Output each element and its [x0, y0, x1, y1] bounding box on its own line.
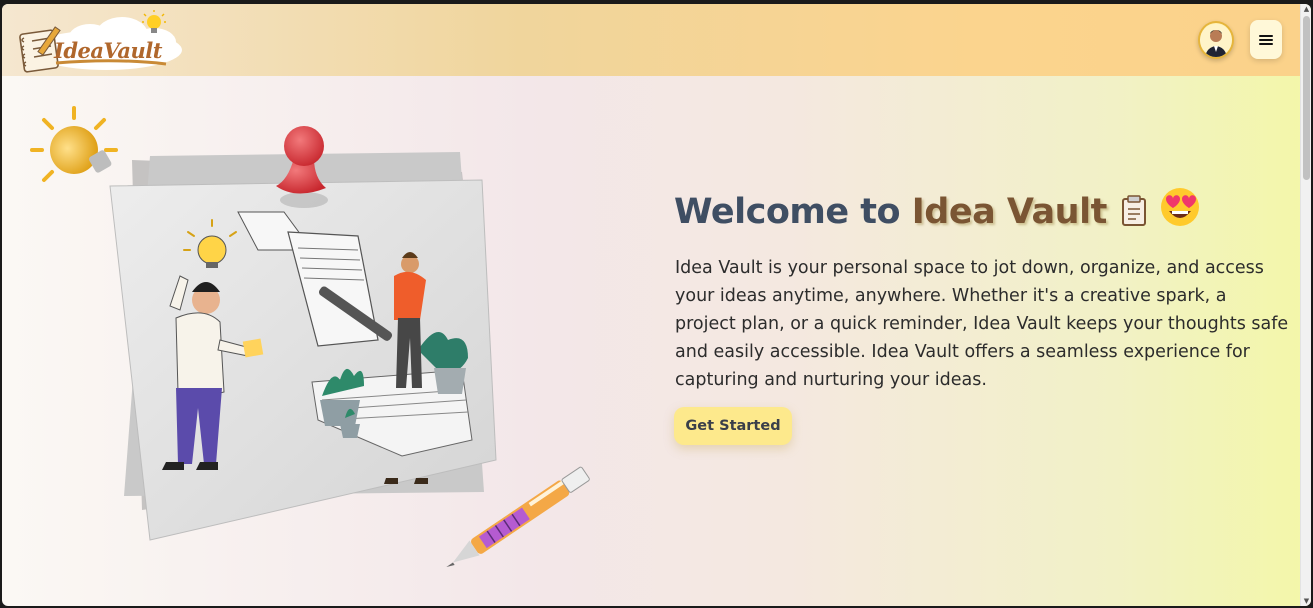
browser-viewport: IdeaVault Welcome to Idea Vault Idea Vau…	[2, 4, 1311, 606]
idea-vault-logo[interactable]: IdeaVault	[16, 8, 186, 74]
hero-title: Welcome to Idea Vault	[674, 187, 1274, 236]
avatar	[1200, 24, 1232, 57]
hamburger-menu-icon	[1259, 34, 1273, 45]
scroll-down-arrow-icon[interactable]: ▼	[1302, 596, 1311, 606]
hero-title-brand: Idea Vault	[911, 192, 1108, 232]
get-started-button[interactable]: Get Started	[674, 407, 792, 445]
vertical-scrollbar[interactable]: ▲ ▼	[1300, 4, 1311, 606]
user-avatar-button[interactable]	[1198, 21, 1234, 59]
hero-title-prefix: Welcome to	[674, 192, 912, 232]
hero-illustration-graphic	[30, 106, 590, 567]
scroll-up-arrow-icon[interactable]: ▲	[1302, 4, 1311, 14]
hero-illustration	[22, 100, 622, 570]
navbar: IdeaVault	[2, 4, 1300, 76]
scrollbar-thumb[interactable]	[1303, 16, 1310, 180]
hero-description: Idea Vault is your personal space to jot…	[675, 258, 1289, 390]
smiling-face-with-heart-eyes-icon	[1160, 187, 1200, 236]
memo-icon	[1119, 195, 1149, 236]
logo-text: IdeaVault	[54, 38, 162, 63]
menu-button[interactable]	[1250, 20, 1282, 59]
